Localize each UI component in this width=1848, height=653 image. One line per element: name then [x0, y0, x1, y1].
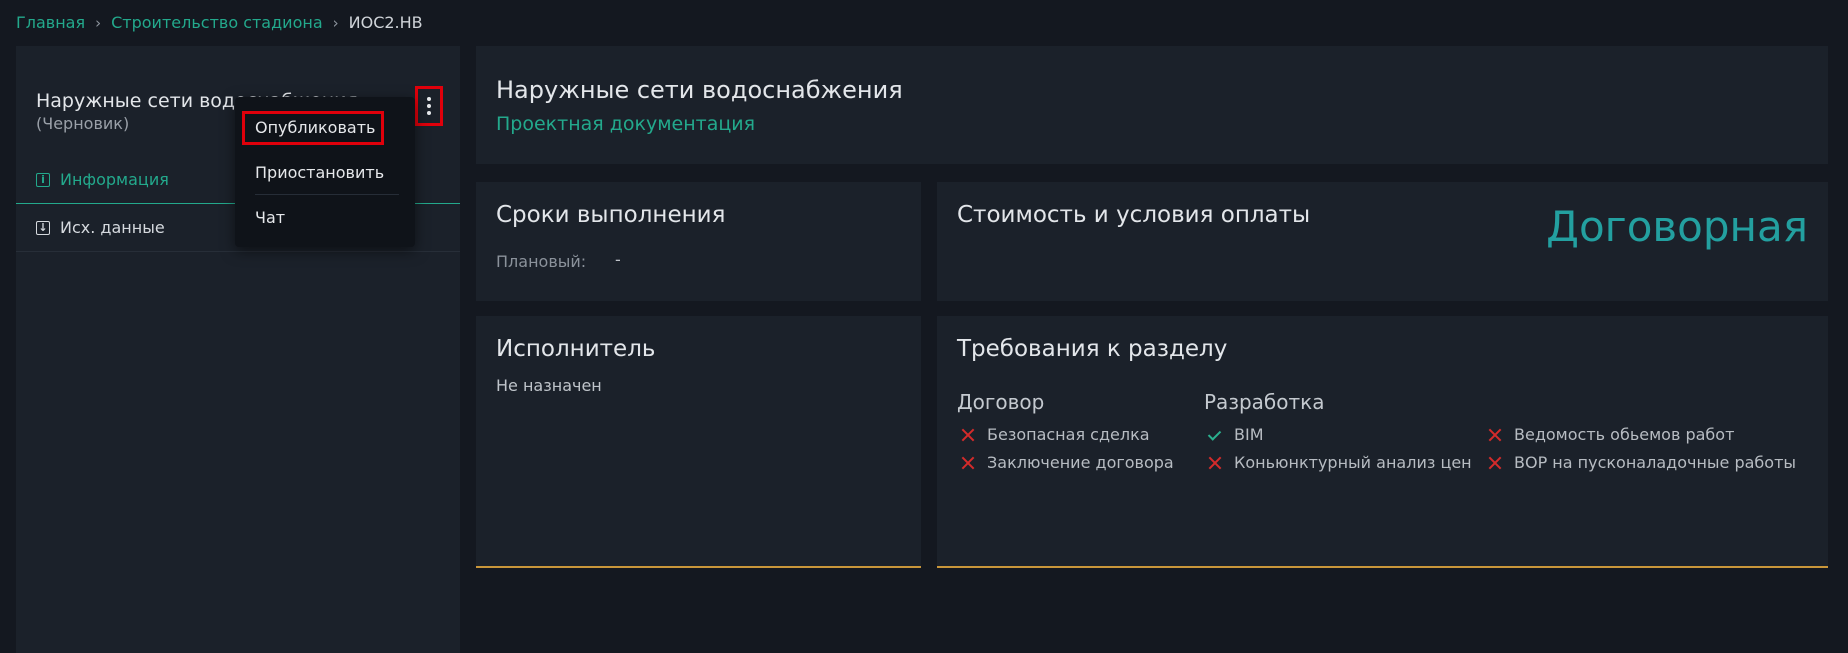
- executor-card: Исполнитель Не назначен: [476, 316, 921, 568]
- requirement-label: Безопасная сделка: [987, 425, 1150, 444]
- breadcrumb-current: ИОС2.НВ: [348, 13, 423, 32]
- executor-value: Не назначен: [496, 376, 602, 395]
- menu-item-chat[interactable]: Чат: [255, 208, 285, 227]
- requirement-item: Ведомость обьемов работ: [1488, 425, 1734, 444]
- check-icon: [1208, 428, 1222, 442]
- cross-icon: [1208, 456, 1222, 470]
- requirement-item: Безопасная сделка: [961, 425, 1150, 444]
- cross-icon: [961, 428, 975, 442]
- actions-dropdown: Опубликовать Приостановить Чат: [235, 97, 415, 247]
- document-status: (Черновик): [36, 114, 130, 133]
- info-icon: i: [36, 172, 50, 187]
- requirement-label: Коньюнктурный анализ цен: [1234, 453, 1472, 472]
- requirement-item: Коньюнктурный анализ цен: [1208, 453, 1472, 472]
- menu-divider: [255, 194, 399, 195]
- requirement-item: Заключение договора: [961, 453, 1174, 472]
- planned-label: Плановый:: [496, 252, 587, 271]
- chevron-right-icon: ›: [332, 13, 339, 32]
- chevron-right-icon: ›: [95, 13, 102, 32]
- cost-card: Стоимость и условия оплаты Договорная: [937, 182, 1828, 301]
- requirement-item: BIM: [1208, 425, 1264, 444]
- price-value: Договорная: [1546, 202, 1808, 251]
- section-header-card: Наружные сети водоснабжения Проектная до…: [476, 46, 1828, 164]
- development-heading: Разработка: [1204, 390, 1325, 414]
- requirement-label: Ведомость обьемов работ: [1514, 425, 1735, 444]
- cross-icon: [1488, 428, 1502, 442]
- requirement-label: BIM: [1234, 425, 1264, 444]
- download-icon: ↓: [36, 220, 50, 235]
- deadline-title: Сроки выполнения: [496, 202, 726, 228]
- requirements-title: Требования к разделу: [957, 336, 1228, 362]
- section-title: Наружные сети водоснабжения: [496, 76, 903, 104]
- planned-value: -: [615, 250, 621, 269]
- executor-title: Исполнитель: [496, 336, 656, 362]
- breadcrumb-home-link[interactable]: Главная: [16, 13, 85, 32]
- sidebar-item-label: Информация: [60, 170, 169, 189]
- requirements-card: Требования к разделу Договор Безопасная …: [937, 316, 1828, 568]
- sidebar-item-label: Исх. данные: [60, 218, 165, 237]
- menu-item-publish[interactable]: Опубликовать: [242, 111, 384, 145]
- contract-heading: Договор: [957, 390, 1045, 414]
- cost-title: Стоимость и условия оплаты: [957, 202, 1311, 228]
- menu-item-suspend[interactable]: Приостановить: [255, 163, 384, 182]
- requirement-label: ВОР на пусконаладочные работы: [1514, 453, 1797, 472]
- breadcrumb: Главная › Строительство стадиона › ИОС2.…: [16, 13, 423, 32]
- requirement-item: ВОР на пусконаладочные работы: [1488, 453, 1796, 472]
- deadline-card: Сроки выполнения Плановый: -: [476, 182, 921, 301]
- requirement-label: Заключение договора: [987, 453, 1174, 472]
- breadcrumb-project-link[interactable]: Строительство стадиона: [111, 13, 323, 32]
- cross-icon: [961, 456, 975, 470]
- more-options-icon[interactable]: [415, 86, 443, 126]
- cross-icon: [1488, 456, 1502, 470]
- section-subtitle: Проектная документация: [496, 113, 756, 135]
